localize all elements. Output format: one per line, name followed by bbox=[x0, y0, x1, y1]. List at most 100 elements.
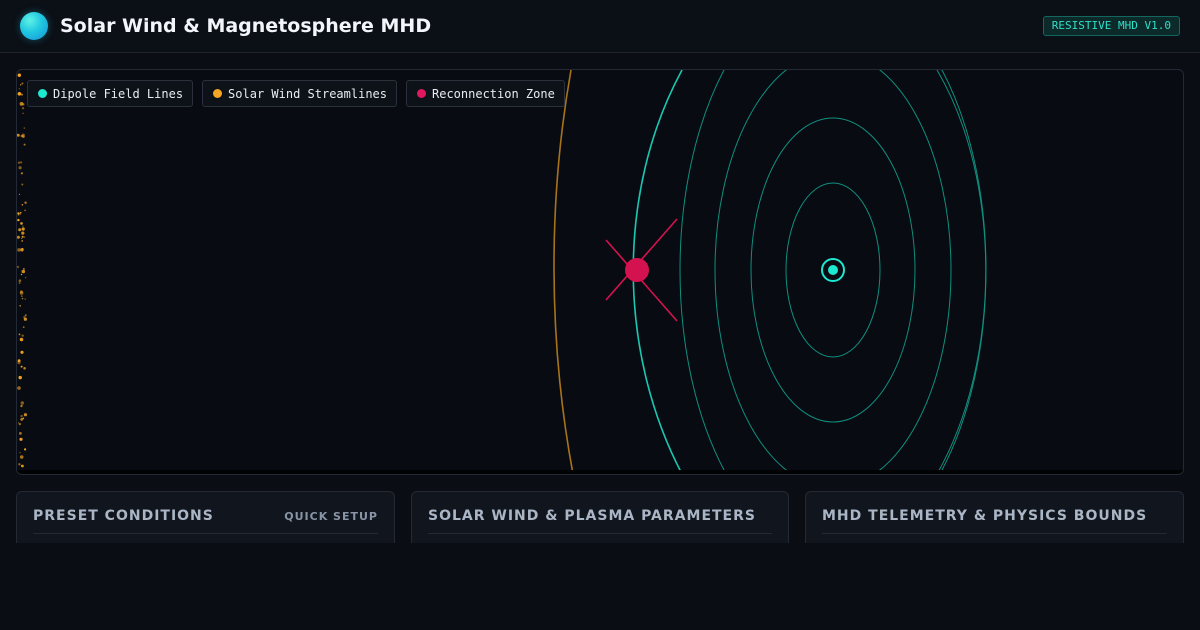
solar-wind-particle bbox=[20, 134, 23, 138]
solar-wind-particle bbox=[18, 282, 21, 284]
app-title: Solar Wind & Magnetosphere MHD bbox=[60, 15, 432, 37]
app-header: Solar Wind & Magnetosphere MHD RESISTIVE… bbox=[0, 0, 1200, 53]
solar-wind-particle bbox=[25, 277, 27, 279]
solar-wind-particle bbox=[24, 201, 27, 204]
solar-wind-particle bbox=[20, 161, 23, 164]
card-divider bbox=[33, 533, 378, 534]
preset-conditions-card: PRESET CONDITIONS QUICK SETUP bbox=[16, 491, 395, 551]
solar-wind-particle bbox=[22, 112, 24, 115]
solar-wind-particle bbox=[18, 463, 21, 466]
legend-item-dipole[interactable]: Dipole Field Lines bbox=[27, 80, 194, 107]
solar-wind-particle bbox=[21, 231, 25, 235]
legend-label: Solar Wind Streamlines bbox=[228, 86, 387, 101]
solar-wind-particle bbox=[17, 265, 20, 269]
legend-item-reconnection[interactable]: Reconnection Zone bbox=[406, 80, 565, 107]
solar-wind-particle bbox=[23, 127, 26, 129]
solar-wind-particle bbox=[22, 225, 24, 227]
solar-wind-particle bbox=[21, 297, 24, 300]
solar-wind-particle bbox=[22, 417, 25, 420]
solar-wind-particle bbox=[17, 422, 20, 424]
solar-wind-particle bbox=[20, 172, 23, 175]
solar-wind-particle bbox=[20, 273, 23, 276]
solar-wind-particle bbox=[18, 279, 22, 282]
solar-wind-particle bbox=[21, 464, 24, 468]
solar-wind-particle bbox=[24, 314, 27, 317]
card-title: SOLAR WIND & PLASMA PARAMETERS bbox=[428, 508, 756, 524]
solar-wind-particle bbox=[20, 414, 23, 418]
card-divider bbox=[822, 533, 1167, 534]
solar-wind-particle bbox=[24, 209, 26, 212]
solar-wind-particle bbox=[21, 93, 23, 96]
solar-wind-particle bbox=[18, 88, 20, 90]
solar-wind-particle bbox=[21, 235, 24, 238]
app-logo-icon bbox=[20, 12, 48, 40]
magnetosphere-canvas[interactable] bbox=[17, 70, 1183, 474]
legend-label: Dipole Field Lines bbox=[53, 86, 184, 101]
solar-wind-parameters-card: SOLAR WIND & PLASMA PARAMETERS bbox=[411, 491, 789, 551]
version-badge: RESISTIVE MHD V1.0 bbox=[1042, 16, 1180, 36]
solar-wind-particle bbox=[19, 291, 24, 295]
solar-wind-particle bbox=[23, 413, 27, 417]
solar-wind-particle bbox=[23, 367, 26, 370]
solar-wind-particle bbox=[21, 295, 23, 297]
card-title: PRESET CONDITIONS bbox=[33, 508, 214, 524]
legend-item-solar-wind[interactable]: Solar Wind Streamlines bbox=[202, 80, 397, 107]
solar-wind-particle bbox=[21, 269, 26, 274]
bow-shock-streamline bbox=[553, 70, 574, 474]
solar-wind-particle bbox=[21, 183, 24, 186]
solar-wind-particle bbox=[19, 437, 23, 441]
reconnection-point[interactable] bbox=[625, 258, 649, 282]
solar-wind-particle bbox=[17, 212, 20, 215]
mhd-telemetry-card: MHD TELEMETRY & PHYSICS BOUNDS bbox=[805, 491, 1184, 551]
legend-dot-icon bbox=[213, 89, 223, 98]
solar-wind-particle bbox=[17, 235, 20, 239]
solar-wind-particle bbox=[23, 316, 26, 319]
solar-wind-particle bbox=[23, 236, 26, 238]
solar-wind-particle bbox=[23, 143, 26, 146]
solar-wind-particle bbox=[21, 227, 25, 231]
solar-wind-particle bbox=[19, 84, 22, 86]
simulation-viewport[interactable]: Dipole Field Lines Solar Wind Streamline… bbox=[16, 69, 1184, 475]
solar-wind-particle bbox=[20, 365, 23, 368]
solar-wind-particles bbox=[17, 73, 27, 468]
solar-wind-particle bbox=[17, 133, 20, 137]
simulation-footer-bar bbox=[17, 470, 1183, 474]
legend-dot-icon bbox=[417, 89, 426, 98]
solar-wind-particle bbox=[24, 298, 26, 300]
solar-wind-particle bbox=[17, 386, 21, 390]
solar-wind-particle bbox=[20, 401, 24, 405]
card-title: MHD TELEMETRY & PHYSICS BOUNDS bbox=[822, 508, 1148, 524]
solar-wind-particle bbox=[18, 228, 22, 232]
solar-wind-particle bbox=[17, 218, 20, 222]
solar-wind-particle bbox=[19, 305, 21, 307]
solar-wind-particle bbox=[17, 73, 21, 77]
solar-wind-particle bbox=[19, 452, 21, 454]
legend: Dipole Field Lines Solar Wind Streamline… bbox=[27, 80, 565, 107]
solar-wind-particle bbox=[20, 222, 23, 225]
solar-wind-particle bbox=[22, 326, 25, 328]
solar-wind-particle bbox=[23, 268, 25, 270]
solar-wind-particle bbox=[19, 337, 24, 342]
solar-wind-particle bbox=[21, 82, 24, 85]
solar-wind-particle bbox=[21, 240, 23, 242]
solar-wind-particle bbox=[21, 204, 24, 206]
solar-wind-particle bbox=[18, 166, 22, 170]
solar-wind-particle bbox=[20, 248, 24, 252]
solar-wind-particle bbox=[17, 248, 21, 252]
solar-wind-particle bbox=[21, 107, 25, 110]
card-divider bbox=[428, 533, 772, 534]
dipole-field-line-6 bbox=[936, 70, 987, 474]
quick-setup-link[interactable]: QUICK SETUP bbox=[284, 510, 378, 523]
solar-wind-particle bbox=[19, 455, 24, 459]
solar-wind-particle bbox=[18, 193, 21, 195]
legend-label: Reconnection Zone bbox=[432, 86, 555, 101]
solar-wind-particle bbox=[19, 212, 22, 215]
solar-wind-particle bbox=[24, 448, 27, 451]
legend-dot-icon bbox=[38, 89, 47, 98]
solar-wind-particle bbox=[17, 359, 21, 363]
solar-wind-particle bbox=[20, 350, 24, 354]
solar-wind-particle bbox=[19, 102, 24, 106]
page-background bbox=[0, 543, 1200, 630]
planet-core[interactable] bbox=[828, 265, 838, 275]
solar-wind-particle bbox=[17, 92, 22, 96]
